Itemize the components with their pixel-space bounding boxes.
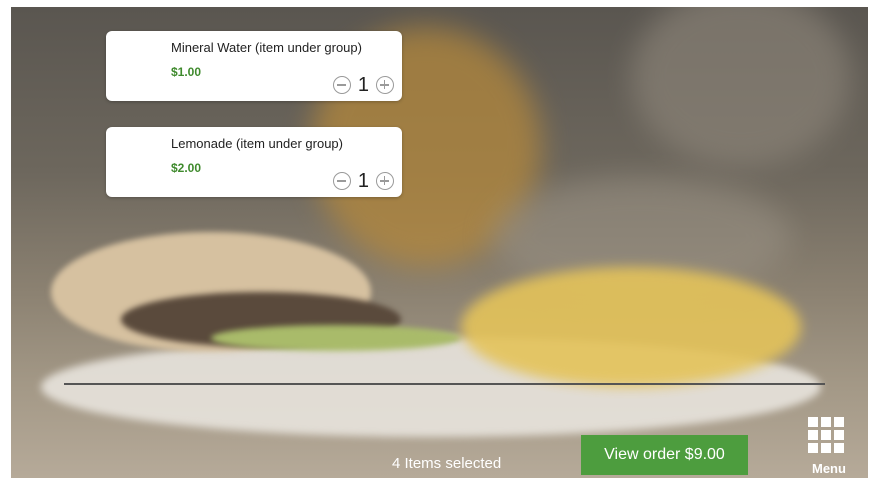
app-frame: Mineral Water (item under group) $1.00 1… xyxy=(0,0,870,478)
item-quantity: 1 xyxy=(357,170,369,192)
item-name: Mineral Water (item under group) xyxy=(171,40,362,55)
item-price: $2.00 xyxy=(171,161,202,175)
view-order-button[interactable]: View order $9.00 xyxy=(581,435,748,475)
plus-icon[interactable] xyxy=(376,172,394,190)
cart-item-card[interactable]: Lemonade (item under group) $2.00 1 xyxy=(106,127,402,197)
quantity-stepper: 1 xyxy=(332,74,394,96)
quantity-stepper: 1 xyxy=(332,170,394,192)
plus-icon[interactable] xyxy=(376,76,394,94)
menu-label[interactable]: Menu xyxy=(812,461,846,476)
item-quantity: 1 xyxy=(357,74,369,96)
item-price: $1.00 xyxy=(171,65,202,79)
minus-icon[interactable] xyxy=(332,76,351,94)
divider xyxy=(64,383,825,385)
grid-icon[interactable] xyxy=(808,417,844,453)
cart-item-card[interactable]: Mineral Water (item under group) $1.00 1 xyxy=(106,31,402,101)
screen: Mineral Water (item under group) $1.00 1… xyxy=(11,7,868,478)
minus-icon[interactable] xyxy=(332,172,351,190)
item-name: Lemonade (item under group) xyxy=(171,136,343,151)
items-selected-text: 4 Items selected xyxy=(392,455,502,472)
